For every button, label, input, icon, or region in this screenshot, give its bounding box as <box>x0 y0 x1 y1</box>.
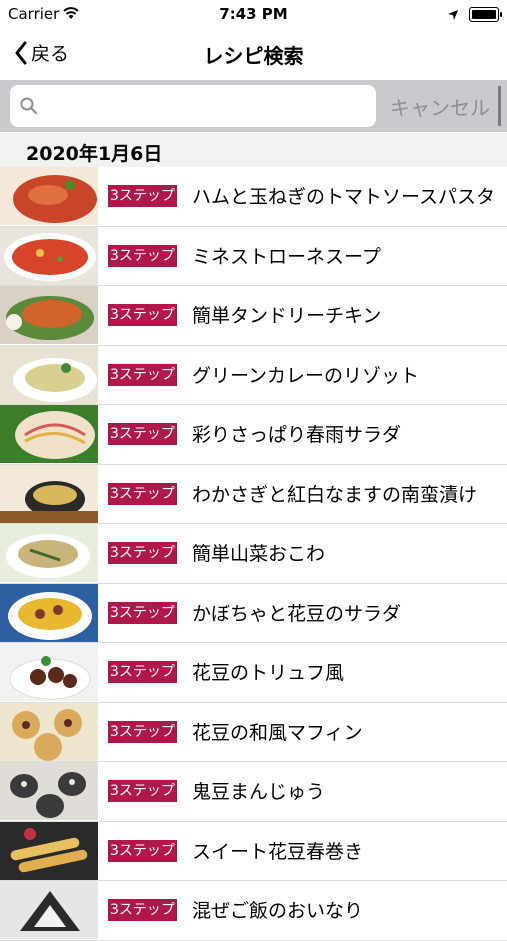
clock: 7:43 PM <box>219 5 288 23</box>
recipe-thumbnail <box>0 405 98 463</box>
step-badge: 3ステップ <box>108 780 177 802</box>
recipe-row[interactable]: 3ステップ 簡単タンドリーチキン <box>0 286 507 346</box>
cancel-button[interactable]: キャンセル <box>390 92 490 121</box>
status-bar: Carrier 7:43 PM <box>0 0 507 28</box>
recipe-title: グリーンカレーのリゾット <box>192 364 420 387</box>
recipe-title: ハムと玉ねぎのトマトソースパスタ <box>192 186 496 208</box>
step-badge: 3ステップ <box>108 185 177 207</box>
recipe-thumbnail <box>0 226 98 285</box>
recipe-thumbnail <box>0 464 98 523</box>
recipe-list: 3ステップ ハムと玉ねぎのトマトソースパスタ 3ステップ ミネストローネスープ 3ステッ… <box>0 167 507 941</box>
recipe-thumbnail <box>0 702 98 761</box>
step-badge: 3ステップ <box>108 720 177 743</box>
recipe-row[interactable]: 3ステップ 彩りさっぱり春雨サラダ <box>0 405 507 465</box>
recipe-thumbnail <box>0 583 98 642</box>
recipe-title: 簡単山菜おこわ <box>192 543 326 565</box>
step-badge: 3ステップ <box>108 899 177 921</box>
search-bar: キャンセル <box>0 80 507 132</box>
step-badge: 3ステップ <box>108 482 177 505</box>
navigation-bar: 戻る レシピ検索 <box>0 28 507 80</box>
recipe-title: 鬼豆まんじゅう <box>192 781 326 803</box>
recipe-title: 混ぜご飯のおいなり <box>192 900 364 922</box>
recipe-thumbnail <box>0 762 98 820</box>
recipe-title: 簡単タンドリーチキン <box>192 305 382 327</box>
section-header: 2020年1月6日 <box>0 133 507 167</box>
recipe-row[interactable]: 3ステップ ミネストローネスープ <box>0 226 507 286</box>
recipe-row[interactable]: 3ステップ 花豆のトリュフ風 <box>0 643 507 703</box>
recipe-title: かぼちゃと花豆のサラダ <box>192 602 402 625</box>
battery-icon <box>469 7 502 22</box>
recipe-title: 花豆の和風マフィン <box>192 721 363 744</box>
recipe-row[interactable]: 3ステップ グリーンカレーのリゾット <box>0 345 507 405</box>
step-badge: 3ステップ <box>108 304 177 326</box>
page-title: レシピ検索 <box>203 44 304 68</box>
recipe-row[interactable]: 3ステップ 混ぜご飯のおいなり <box>0 881 507 941</box>
recipe-row[interactable]: 3ステップ かぼちゃと花豆のサラダ <box>0 583 507 643</box>
step-badge: 3ステップ <box>108 363 177 386</box>
step-badge: 3ステップ <box>108 244 177 267</box>
step-badge: 3ステップ <box>108 542 177 564</box>
recipe-row[interactable]: 3ステップ わかさぎと紅白なますの南蛮漬け <box>0 464 507 524</box>
recipe-thumbnail <box>0 881 98 939</box>
step-badge: 3ステップ <box>108 423 177 445</box>
recipe-title: スイート花豆春巻き <box>192 840 364 863</box>
recipe-row[interactable]: 3ステップ 花豆の和風マフィン <box>0 702 507 762</box>
recipe-thumbnail <box>0 821 98 880</box>
recipe-thumbnail <box>0 643 98 701</box>
recipe-thumbnail <box>0 286 98 344</box>
step-badge: 3ステップ <box>108 601 177 624</box>
recipe-title: ミネストローネスープ <box>192 245 381 268</box>
recipe-row[interactable]: 3ステップ ハムと玉ねぎのトマトソースパスタ <box>0 167 507 227</box>
recipe-row[interactable]: 3ステップ 簡単山菜おこわ <box>0 524 507 584</box>
recipe-title: わかさぎと紅白なますの南蛮漬け <box>192 483 478 506</box>
section-date: 2020年1月6日 <box>26 143 163 165</box>
recipe-row[interactable]: 3ステップ 鬼豆まんじゅう <box>0 762 507 822</box>
recipe-title: 彩りさっぱり春雨サラダ <box>192 424 402 446</box>
search-field[interactable] <box>10 85 376 127</box>
search-input[interactable] <box>48 89 372 123</box>
step-badge: 3ステップ <box>108 661 177 683</box>
recipe-thumbnail <box>0 524 98 582</box>
step-badge: 3ステップ <box>108 839 177 862</box>
recipe-thumbnail <box>0 167 98 225</box>
recipe-thumbnail <box>0 345 98 404</box>
location-arrow-icon <box>447 6 459 25</box>
recipe-title: 花豆のトリュフ風 <box>192 662 345 684</box>
search-icon <box>20 97 38 115</box>
scroll-indicator <box>498 86 501 126</box>
recipe-row[interactable]: 3ステップ スイート花豆春巻き <box>0 821 507 881</box>
